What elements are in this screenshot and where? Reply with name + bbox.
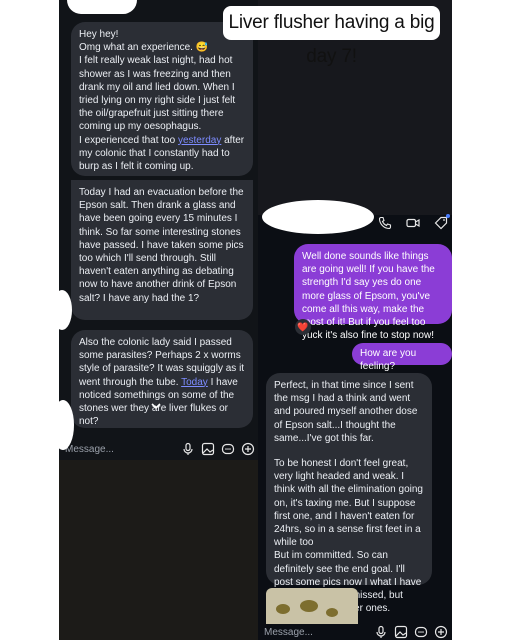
message-text: To be honest I don't feel great, very li… [274, 458, 423, 549]
message-text: Perfect, in that time since I sent the m… [274, 380, 418, 444]
link-today[interactable]: Today [181, 377, 208, 388]
message-input[interactable]: Message... [65, 444, 175, 455]
notification-dot [446, 214, 450, 218]
heart-reaction[interactable]: ❤️ [295, 319, 311, 335]
redaction-blob [52, 290, 72, 330]
mic-icon[interactable] [374, 625, 388, 639]
left-message-1: Hey hey! Omg what an experience. 😅 I fel… [71, 22, 253, 176]
left-chat-panel: Hey hey! Omg what an experience. 😅 I fel… [59, 0, 258, 640]
message-text: Well done sounds like things are going w… [302, 251, 435, 342]
left-message-bar: Message... [65, 438, 255, 460]
stones-photo-thumbnail[interactable] [266, 588, 358, 624]
redaction-blob [52, 400, 74, 450]
phone-icon[interactable] [378, 216, 392, 230]
video-icon[interactable] [406, 216, 420, 230]
left-message-1-cont: Today I had an evacuation before the Eps… [71, 180, 253, 320]
message-line: Omg what an experience. 😅 [79, 42, 209, 54]
message-line: I felt really weak last night, had hot s… [79, 55, 236, 133]
screenshot-collage: Hey hey! Omg what an experience. 😅 I fel… [0, 0, 512, 640]
message-text: How are you feeling? [360, 348, 417, 373]
plus-icon[interactable] [241, 442, 255, 456]
outgoing-message-1: Well done sounds like things are going w… [294, 244, 452, 341]
outgoing-message-2: How are you feeling? [352, 343, 452, 372]
mic-icon[interactable] [181, 442, 195, 456]
chevron-down-icon[interactable] [148, 398, 164, 414]
image-icon[interactable] [201, 442, 215, 456]
left-message-2: Also the colonic lady said I passed some… [71, 330, 253, 428]
incoming-message: Perfect, in that time since I sent the m… [266, 373, 432, 614]
sticker-icon[interactable] [414, 625, 428, 639]
message-line: Hey hey! [79, 29, 119, 40]
caption-headline: Liver flusher having a big day 7! [223, 6, 440, 67]
message-input[interactable]: Message... [264, 627, 368, 638]
right-chat-panel: Well done sounds like things are going w… [258, 0, 452, 640]
tag-icon[interactable] [434, 216, 448, 230]
message-line: I experienced that too yesterday after m… [79, 134, 245, 173]
plus-icon[interactable] [434, 625, 448, 639]
message-line: Today I had an evacuation before the Eps… [79, 187, 244, 304]
left-empty-area [59, 460, 258, 640]
redaction-blob [67, 0, 137, 14]
message-line: Also the colonic lady said I passed some… [79, 337, 245, 428]
redaction-blob [262, 200, 374, 234]
sticker-icon[interactable] [221, 442, 235, 456]
right-header-icons [378, 216, 448, 230]
link-yesterday[interactable]: yesterday [178, 135, 221, 146]
right-message-bar: Message... [258, 622, 448, 640]
image-icon[interactable] [394, 625, 408, 639]
